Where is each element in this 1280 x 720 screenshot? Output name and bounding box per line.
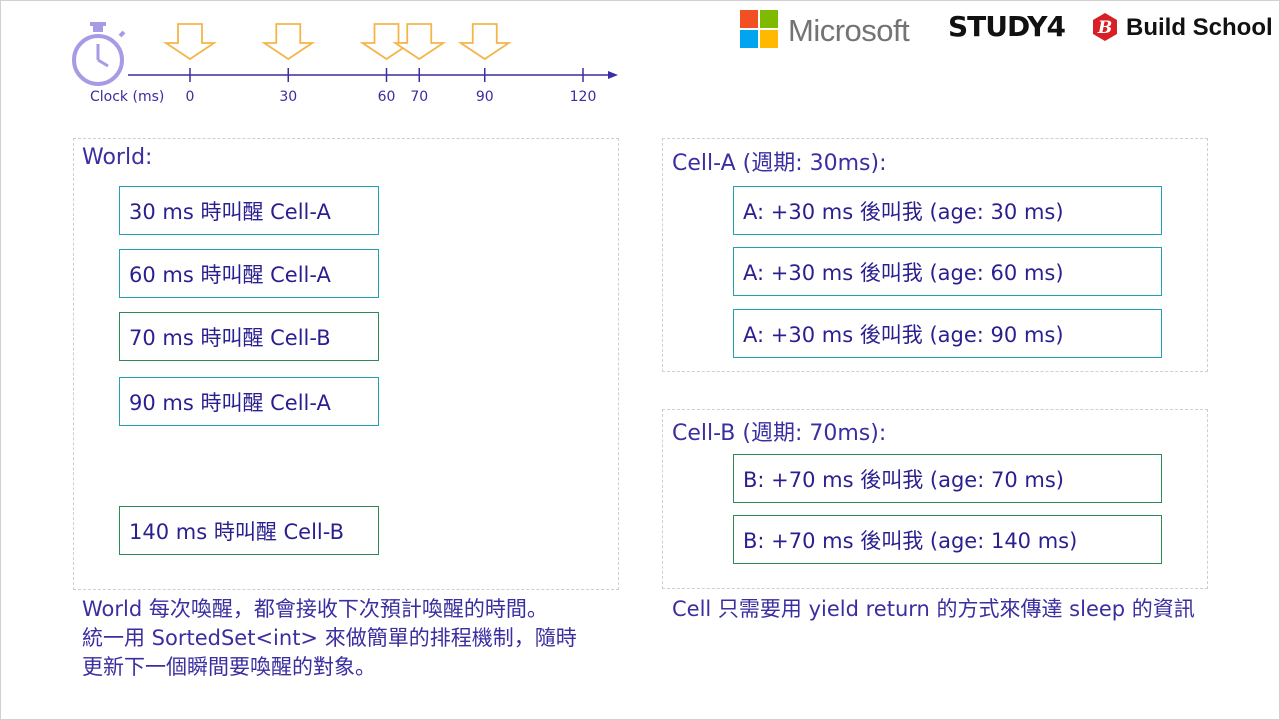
svg-text:B: B bbox=[1097, 18, 1112, 38]
cell-b-title: Cell-B (週期: 70ms): bbox=[672, 421, 887, 446]
timeline-arrowhead bbox=[608, 71, 618, 79]
world-item-4: 90 ms 時叫醒 Cell-A bbox=[119, 377, 379, 426]
clock-timeline: Clock (ms) 0 30 60 70 90 120 bbox=[72, 22, 618, 105]
wake-arrow-icon-30 bbox=[261, 23, 316, 61]
world-item-2: 60 ms 時叫醒 Cell-A bbox=[119, 249, 379, 298]
cell-a-item-2: A: +30 ms 後叫我 (age: 60 ms) bbox=[733, 247, 1162, 296]
cell-caption: Cell 只需要用 yield return 的方式來傳達 sleep 的資訊 bbox=[672, 597, 1195, 621]
microsoft-wordmark: Microsoft bbox=[788, 13, 910, 48]
cell-b-item-2: B: +70 ms 後叫我 (age: 140 ms) bbox=[733, 515, 1162, 564]
world-caption-line-3: 更新下一個瞬間要喚醒的對象。 bbox=[82, 655, 376, 679]
cell-a-title: Cell-A (週期: 30ms): bbox=[672, 151, 887, 176]
study4-logo: STUDY4 bbox=[948, 10, 1066, 43]
wake-arrow-icon-60 bbox=[359, 23, 414, 61]
world-caption-line-1: World 每次喚醒，都會接收下次預計喚醒的時間。 bbox=[82, 597, 548, 621]
wake-arrow-icon-70 bbox=[392, 23, 447, 61]
world-item-3: 70 ms 時叫醒 Cell-B bbox=[119, 312, 379, 361]
timeline-tick-label-0: 0 bbox=[186, 89, 195, 105]
wake-arrow-icon-0 bbox=[163, 23, 217, 61]
timeline-tick-label-30: 30 bbox=[279, 89, 297, 105]
timeline-tick-label-60: 60 bbox=[378, 89, 396, 105]
cell-a-item-3: A: +30 ms 後叫我 (age: 90 ms) bbox=[733, 309, 1162, 358]
world-title: World: bbox=[82, 145, 153, 170]
world-item-5: 140 ms 時叫醒 Cell-B bbox=[119, 506, 379, 555]
buildschool-mark-icon: B bbox=[1093, 13, 1117, 41]
timeline-label: Clock (ms) bbox=[90, 89, 164, 105]
microsoft-squares-icon bbox=[740, 10, 778, 48]
wake-arrow-icon-90 bbox=[457, 23, 512, 61]
cell-b-item-1: B: +70 ms 後叫我 (age: 70 ms) bbox=[733, 454, 1162, 503]
stopwatch-icon bbox=[72, 22, 126, 86]
timeline-tick-label-120: 120 bbox=[570, 89, 597, 105]
buildschool-wordmark: Build School bbox=[1126, 14, 1273, 41]
world-caption-line-2: 統一用 SortedSet<int> 來做簡單的排程機制，隨時 bbox=[82, 626, 577, 650]
world-caption: World 每次喚醒，都會接收下次預計喚醒的時間。 統一用 SortedSet<… bbox=[82, 595, 577, 682]
timeline-tick-label-70: 70 bbox=[410, 89, 428, 105]
cell-a-item-1: A: +30 ms 後叫我 (age: 30 ms) bbox=[733, 186, 1162, 235]
world-item-1: 30 ms 時叫醒 Cell-A bbox=[119, 186, 379, 235]
timeline-tick-label-90: 90 bbox=[476, 89, 494, 105]
microsoft-logo: Microsoft bbox=[740, 10, 922, 50]
